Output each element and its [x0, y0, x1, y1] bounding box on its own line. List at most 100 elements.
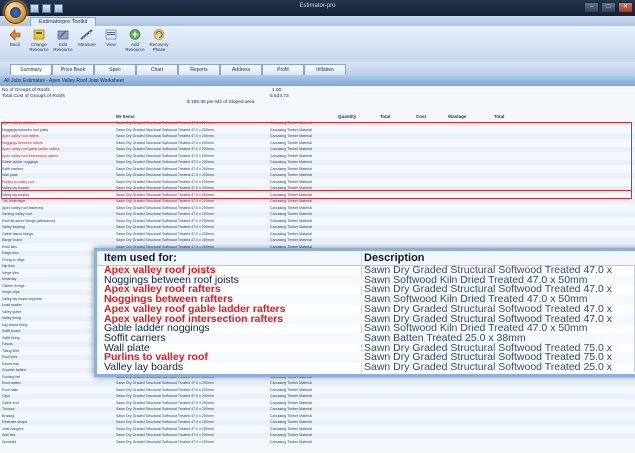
view-label: View	[106, 42, 116, 47]
table-row[interactable]: Roof batten Sawn Dry Graded Structural So…	[0, 381, 635, 387]
table-row[interactable]: Wall ties Sawn Dry Graded Structural Soft…	[0, 433, 635, 439]
row-description: Sawn Dry Graded Structural Softwood Trea…	[116, 426, 214, 431]
row-item-name: Roof batten	[2, 381, 21, 385]
col-header-cost: Cost	[416, 114, 426, 119]
measure-label: Measure	[78, 42, 96, 47]
row-description: Sawn Dry Graded Structural Softwood Trea…	[116, 439, 214, 444]
highlight-box-bottom	[1, 191, 632, 199]
table-row[interactable]: Tile underlayer Sawn Dry Graded Structura…	[0, 199, 635, 205]
change-resource-button[interactable]: Change Resource	[28, 28, 50, 58]
row-item-name: Gable end	[2, 400, 19, 405]
row-type: Carcasing Timber Material	[270, 225, 312, 229]
row-type: Carcasing Timber Material	[270, 218, 312, 223]
row-item-name: Sundries	[2, 439, 17, 444]
detail-col-item: Item used for:	[104, 252, 177, 264]
table-row[interactable]: Roof nails Sawn Dry Graded Structural Sof…	[0, 388, 635, 393]
row-description: Sawn Dry Graded Structural Softwood Trea…	[116, 205, 214, 210]
back-arrow-icon	[9, 29, 21, 41]
row-description: Sawn Dry Graded Structural Softwood Trea…	[116, 387, 214, 392]
tab-price-book[interactable]: Price Book	[52, 64, 94, 75]
table-row[interactable]: Roof structure fixings (allowance) Sawn D…	[0, 219, 635, 224]
row-type: Carcasing Timber Material	[270, 238, 312, 242]
add-resource-label: Add Resource	[125, 42, 145, 52]
row-item-name: Gable fascia fixings	[2, 231, 34, 236]
row-item-name: Sarking valley roof	[2, 212, 32, 216]
row-type: Carcasing Timber Material	[270, 199, 312, 203]
row-type: Carcasing Timber Material	[270, 205, 312, 210]
table-row[interactable]: Barge board Sawn Dry Graded Structural So…	[0, 238, 635, 244]
detail-row[interactable]: Valley lay boards Sawn Dry Graded Structu…	[97, 362, 635, 373]
edit-resource-label: Edit Resource	[53, 42, 73, 52]
view-icon	[105, 29, 117, 40]
highlight-box-roof-members	[1, 122, 632, 191]
tab-spec[interactable]: Spec	[94, 64, 136, 75]
row-item-name: Barge board	[2, 238, 22, 242]
table-row[interactable]: Sarking valley roof Sawn Dry Graded Struc…	[0, 212, 635, 218]
row-type: Carcasing Timber Material	[270, 439, 312, 444]
row-description: Sawn Dry Graded Structural Softwood Trea…	[116, 420, 214, 424]
maximize-button[interactable]: □	[601, 2, 616, 13]
detail-item-description: Sawn Dry Graded Structural Softwood Trea…	[364, 361, 613, 373]
row-item-name: Joist hangers	[2, 426, 24, 431]
back-button[interactable]: Back	[4, 28, 26, 58]
application-menu-button[interactable]	[4, 1, 27, 24]
tab-address[interactable]: Address	[220, 64, 262, 75]
row-type: Carcasing Timber Material	[270, 387, 312, 392]
table-row[interactable]: Trusses Sawn Dry Graded Structural Softwo…	[0, 407, 635, 413]
tab-inflation[interactable]: Inflation	[304, 64, 346, 75]
table-row[interactable]: Apex valley roof fasteners Sawn Dry Grade…	[0, 206, 635, 211]
add-resource-button[interactable]: Add Resource	[124, 28, 146, 58]
row-description: Sawn Dry Graded Structural Softwood Trea…	[116, 413, 214, 418]
recovery-phase-button[interactable]: Recovery Phase	[148, 28, 170, 58]
detail-col-description: Description	[364, 252, 425, 264]
title-bar: Estimator-pro – □ ✕	[0, 0, 635, 16]
row-type: Carcasing Timber Material	[270, 407, 312, 411]
table-row[interactable]: Bracing Sawn Dry Graded Structural Softwo…	[0, 414, 635, 419]
table-row[interactable]: Restraint straps Sawn Dry Graded Structur…	[0, 420, 635, 426]
app-logo-icon	[10, 7, 21, 18]
close-button[interactable]: ✕	[618, 2, 633, 13]
row-type: Carcasing Timber Material	[270, 231, 312, 236]
table-row[interactable]: Gable end Sawn Dry Graded Structural Soft…	[0, 401, 635, 406]
ribbon: Back Change Resource Edit Resource Measu…	[0, 26, 635, 63]
row-type: Carcasing Timber Material	[270, 426, 312, 431]
detail-rows: Apex valley roof joists Sawn Dry Graded S…	[97, 265, 635, 374]
row-item-name: Wall ties	[2, 433, 16, 437]
change-resource-label: Change Resource	[29, 42, 49, 52]
row-description: Sawn Dry Graded Structural Softwood Trea…	[116, 394, 214, 398]
change-resource-icon	[33, 29, 45, 40]
ribbon-tab-strip: Estimatorpro Toolkit	[0, 16, 635, 27]
sheet-header: All Jobs Estimates - Apex Valley Roof Jo…	[0, 76, 635, 86]
tab-profit[interactable]: Profit	[262, 64, 304, 75]
table-row[interactable]: Sundries Sawn Dry Graded Structural Softw…	[0, 440, 635, 445]
row-description: Sawn Dry Graded Structural Softwood Trea…	[116, 407, 214, 411]
row-type: Carcasing Timber Material	[270, 413, 312, 418]
estimator-window: Estimator-pro – □ ✕ Estimatorpro Toolkit…	[0, 0, 635, 453]
view-tab-bar: Summary Price Book Spec Chart Reports Ad…	[0, 62, 635, 77]
row-type: Carcasing Timber Material	[270, 394, 312, 398]
row-description: Sawn Dry Graded Structural Softwood Trea…	[116, 238, 214, 242]
minimize-button[interactable]: –	[584, 2, 599, 13]
col-header-wastage: Wastage	[448, 114, 467, 119]
row-type: Carcasing Timber Material	[270, 400, 312, 405]
row-description: Sawn Dry Graded Structural Softwood Trea…	[116, 231, 214, 236]
tab-chart[interactable]: Chart	[136, 64, 178, 75]
edit-resource-button[interactable]: Edit Resource	[52, 28, 74, 58]
row-item-name: Trusses	[2, 407, 15, 411]
table-row[interactable]: Joist hangers Sawn Dry Graded Structural …	[0, 427, 635, 432]
row-type: Carcasing Timber Material	[270, 433, 312, 437]
tab-summary[interactable]: Summary	[10, 64, 52, 75]
table-row[interactable]: Gable fascia fixings Sawn Dry Graded Stru…	[0, 232, 635, 237]
row-item-name: Apex valley roof fasteners	[2, 205, 44, 210]
table-row[interactable]: Clips Sawn Dry Graded Structural Softwood…	[0, 394, 635, 400]
measure-button[interactable]: Measure	[76, 28, 98, 58]
col-header-items: Mr Items	[116, 114, 135, 119]
back-button-label: Back	[9, 42, 20, 47]
row-description: Sawn Dry Graded Structural Softwood Trea…	[116, 225, 214, 229]
row-description: Sawn Dry Graded Structural Softwood Trea…	[116, 218, 214, 223]
table-row[interactable]: Valley flashing Sawn Dry Graded Structura…	[0, 225, 635, 231]
tab-reports[interactable]: Reports	[178, 64, 220, 75]
summary-total-cost: Total Cost of Groups of Roofs 5,633.73	[2, 94, 289, 99]
view-button[interactable]: View	[100, 28, 122, 58]
row-item-name: Bracing	[2, 413, 15, 418]
